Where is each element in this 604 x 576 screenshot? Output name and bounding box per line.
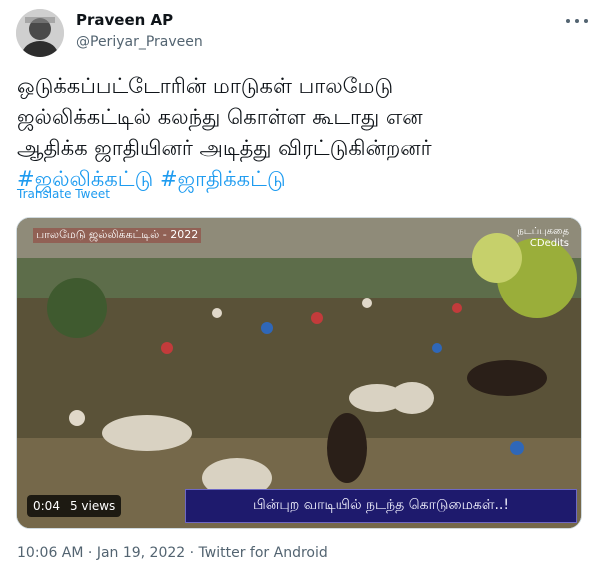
video-views: 5 views xyxy=(69,499,116,513)
author-handle[interactable]: @Periyar_Praveen xyxy=(76,34,203,50)
video-brand-overlay: நடப்புகதை CDedits xyxy=(505,226,569,250)
video-frame xyxy=(17,218,581,528)
tweet-text: ஒடுக்கப்பட்டோரின் மாடுகள் பாலமேடு ஜல்லிக… xyxy=(17,71,587,195)
dot xyxy=(566,19,570,23)
video-player[interactable]: பாலமேடு ஜல்லிக்கட்டில் - 2022 நடப்புகதை … xyxy=(16,217,582,529)
tweet-time-link[interactable]: 10:06 AM xyxy=(17,545,83,561)
tweet-line-2: ஜல்லிக்கட்டில் கலந்து கொள்ள கூடாது என xyxy=(17,105,423,129)
meta-separator: · xyxy=(87,545,93,561)
more-dots-icon[interactable] xyxy=(566,12,588,30)
translate-tweet-link[interactable]: Translate Tweet xyxy=(17,187,110,201)
video-duration-views-badge: 0:04 5 views xyxy=(27,495,122,517)
video-banner-caption: பின்புற வாடியில் நடந்த கொடுமைகள்..! xyxy=(185,489,577,523)
hashtag-link-2[interactable]: #ஜாதிக்கட்டு xyxy=(160,167,286,191)
tweet-source-link[interactable]: Twitter for Android xyxy=(199,545,328,561)
dot xyxy=(575,19,579,23)
meta-separator: · xyxy=(189,545,195,561)
avatar[interactable] xyxy=(16,9,64,57)
video-brand-line: நடப்புகதை CDedits xyxy=(517,226,569,249)
video-duration: 0:04 xyxy=(33,499,60,513)
tweet-meta: 10:06 AM · Jan 19, 2022 · Twitter for An… xyxy=(17,545,328,561)
tweet-date-link[interactable]: Jan 19, 2022 xyxy=(97,545,185,561)
video-title-overlay: பாலமேடு ஜல்லிக்கட்டில் - 2022 xyxy=(33,228,202,243)
dot xyxy=(584,19,588,23)
author-name[interactable]: Praveen AP xyxy=(76,11,173,29)
tweet-line-3: ஆதிக்க ஜாதியினர் அடித்து விரட்டுகின்றனர் xyxy=(17,136,432,160)
tweet-line-1: ஒடுக்கப்பட்டோரின் மாடுகள் பாலமேடு xyxy=(17,74,394,98)
